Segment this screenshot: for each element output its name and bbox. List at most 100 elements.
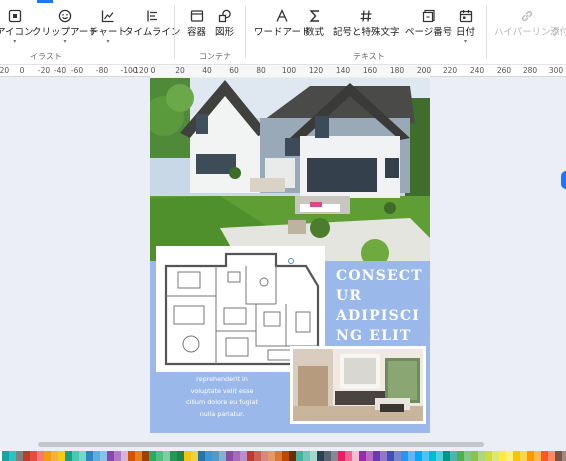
color-swatch[interactable] xyxy=(107,451,114,461)
body-text-block[interactable]: reprehenderit in voluptate velit esse ci… xyxy=(162,374,282,420)
color-swatch[interactable] xyxy=(408,451,415,461)
headline-text[interactable]: CONSECT UR ADIPISCI NG ELIT xyxy=(336,266,426,346)
color-swatch[interactable] xyxy=(499,451,506,461)
wordart-button[interactable]: ワードアート xyxy=(254,8,310,38)
color-swatch[interactable] xyxy=(338,451,345,461)
color-swatch[interactable] xyxy=(562,451,566,461)
side-panel-toggle[interactable] xyxy=(561,171,566,189)
color-swatch[interactable] xyxy=(359,451,366,461)
color-swatch[interactable] xyxy=(555,451,562,461)
color-swatch[interactable] xyxy=(135,451,142,461)
shape-button[interactable]: 図形 xyxy=(215,8,234,38)
color-swatch[interactable] xyxy=(464,451,471,461)
color-swatch[interactable] xyxy=(205,451,212,461)
color-swatch[interactable] xyxy=(541,451,548,461)
container-button[interactable]: 容器 xyxy=(187,8,206,38)
color-swatch[interactable] xyxy=(324,451,331,461)
chart-button[interactable]: チャート ▾ xyxy=(89,8,127,45)
color-swatch[interactable] xyxy=(23,451,30,461)
color-swatch[interactable] xyxy=(478,451,485,461)
color-swatch[interactable] xyxy=(72,451,79,461)
color-swatch[interactable] xyxy=(128,451,135,461)
color-swatch[interactable] xyxy=(331,451,338,461)
color-swatch[interactable] xyxy=(373,451,380,461)
color-swatch[interactable] xyxy=(44,451,51,461)
color-swatch[interactable] xyxy=(58,451,65,461)
color-swatch[interactable] xyxy=(296,451,303,461)
attach-button[interactable]: 添付 xyxy=(550,8,566,38)
color-swatch[interactable] xyxy=(37,451,44,461)
color-swatch[interactable] xyxy=(65,451,72,461)
color-swatch[interactable] xyxy=(163,451,170,461)
color-swatch[interactable] xyxy=(415,451,422,461)
color-swatch[interactable] xyxy=(51,451,58,461)
color-swatch[interactable] xyxy=(534,451,541,461)
color-swatch[interactable] xyxy=(142,451,149,461)
date-button[interactable]: 日付 ▾ xyxy=(456,8,475,45)
color-swatch[interactable] xyxy=(191,451,198,461)
color-swatch[interactable] xyxy=(492,451,499,461)
timeline-button[interactable]: タイムライン xyxy=(124,8,180,38)
selection-handle[interactable] xyxy=(288,258,294,264)
color-swatch[interactable] xyxy=(401,451,408,461)
color-swatch[interactable] xyxy=(429,451,436,461)
color-swatch[interactable] xyxy=(114,451,121,461)
color-swatch[interactable] xyxy=(86,451,93,461)
canvas-area[interactable]: CONSECT UR ADIPISCI NG ELIT reprehenderi… xyxy=(0,78,566,440)
color-swatch[interactable] xyxy=(156,451,163,461)
color-swatch[interactable] xyxy=(527,451,534,461)
color-swatch[interactable] xyxy=(184,451,191,461)
color-swatch[interactable] xyxy=(100,451,107,461)
house-photo[interactable] xyxy=(150,78,430,263)
color-swatch[interactable] xyxy=(548,451,555,461)
color-swatch[interactable] xyxy=(485,451,492,461)
color-swatch[interactable] xyxy=(366,451,373,461)
color-swatch[interactable] xyxy=(352,451,359,461)
color-swatch[interactable] xyxy=(436,451,443,461)
color-swatch[interactable] xyxy=(177,451,184,461)
color-swatch[interactable] xyxy=(2,451,9,461)
interior-photo[interactable] xyxy=(290,346,426,424)
color-swatch[interactable] xyxy=(457,451,464,461)
color-swatch[interactable] xyxy=(79,451,86,461)
color-swatch[interactable] xyxy=(149,451,156,461)
symbols-button[interactable]: 記号と特殊文字 xyxy=(333,8,400,38)
horizontal-scrollbar[interactable] xyxy=(0,440,566,449)
page-number-button[interactable]: ページ番号 xyxy=(405,8,452,38)
color-swatch[interactable] xyxy=(471,451,478,461)
color-swatch[interactable] xyxy=(198,451,205,461)
formula-button[interactable]: 数式 xyxy=(305,8,324,38)
scrollbar-thumb[interactable] xyxy=(38,442,484,447)
color-swatch[interactable] xyxy=(170,451,177,461)
color-swatch[interactable] xyxy=(219,451,226,461)
color-swatch[interactable] xyxy=(9,451,16,461)
color-swatch[interactable] xyxy=(450,451,457,461)
color-swatch[interactable] xyxy=(247,451,254,461)
color-swatch[interactable] xyxy=(345,451,352,461)
color-swatch[interactable] xyxy=(240,451,247,461)
color-swatch[interactable] xyxy=(317,451,324,461)
color-swatch[interactable] xyxy=(513,451,520,461)
color-swatch[interactable] xyxy=(282,451,289,461)
color-swatch[interactable] xyxy=(289,451,296,461)
color-swatch[interactable] xyxy=(226,451,233,461)
color-swatch[interactable] xyxy=(443,451,450,461)
document-page[interactable]: CONSECT UR ADIPISCI NG ELIT reprehenderi… xyxy=(150,78,430,433)
color-swatch[interactable] xyxy=(16,451,23,461)
color-swatch[interactable] xyxy=(380,451,387,461)
color-swatch[interactable] xyxy=(254,451,261,461)
icon-button[interactable]: アイコン ▾ xyxy=(0,8,34,45)
color-swatch[interactable] xyxy=(93,451,100,461)
color-swatch[interactable] xyxy=(261,451,268,461)
color-swatch[interactable] xyxy=(30,451,37,461)
color-swatch[interactable] xyxy=(268,451,275,461)
color-swatch[interactable] xyxy=(303,451,310,461)
color-swatch[interactable] xyxy=(121,451,128,461)
color-swatch[interactable] xyxy=(506,451,513,461)
color-swatch[interactable] xyxy=(422,451,429,461)
color-swatch[interactable] xyxy=(520,451,527,461)
color-swatch[interactable] xyxy=(394,451,401,461)
color-swatch[interactable] xyxy=(275,451,282,461)
color-swatch[interactable] xyxy=(212,451,219,461)
color-swatch[interactable] xyxy=(233,451,240,461)
